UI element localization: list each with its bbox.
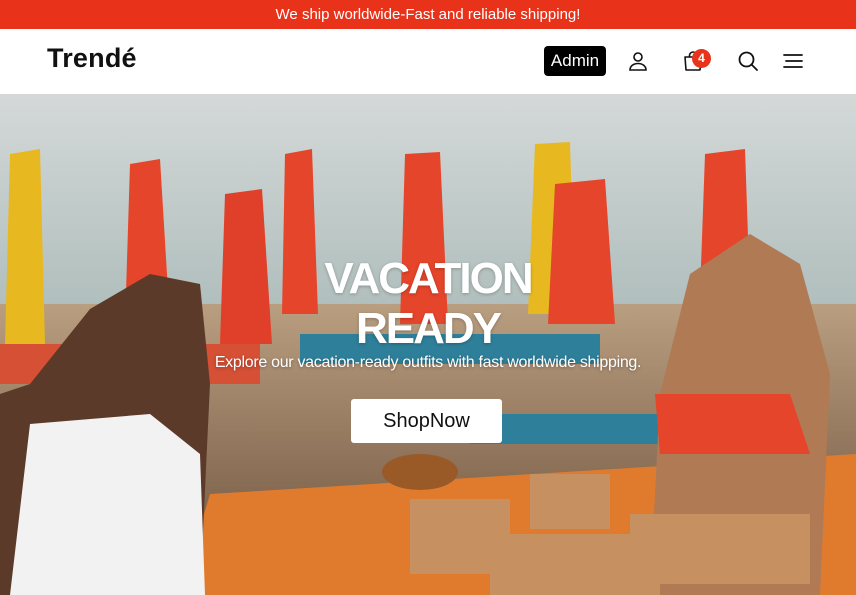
admin-button[interactable]: Admin xyxy=(544,46,606,76)
hero-banner: VACATION READY Explore our vacation-read… xyxy=(0,94,856,595)
shop-now-button[interactable]: ShopNow xyxy=(351,399,502,443)
search-icon[interactable] xyxy=(736,49,760,73)
hero-title-line2: READY xyxy=(355,304,502,353)
hero-subtitle: Explore our vacation-ready outfits with … xyxy=(214,354,642,371)
hero-title-line1: VACATION xyxy=(324,254,533,303)
announcement-text: We ship worldwide-Fast and reliable ship… xyxy=(275,6,581,23)
announcement-bar: We ship worldwide-Fast and reliable ship… xyxy=(0,0,856,29)
brand-logo[interactable]: Trendé xyxy=(47,43,137,74)
user-icon[interactable] xyxy=(626,49,650,73)
menu-icon[interactable] xyxy=(781,49,805,73)
hero-title: VACATION READY xyxy=(228,254,628,354)
navbar: Trendé Admin 4 xyxy=(0,29,856,94)
cart-count-badge: 4 xyxy=(692,49,711,68)
